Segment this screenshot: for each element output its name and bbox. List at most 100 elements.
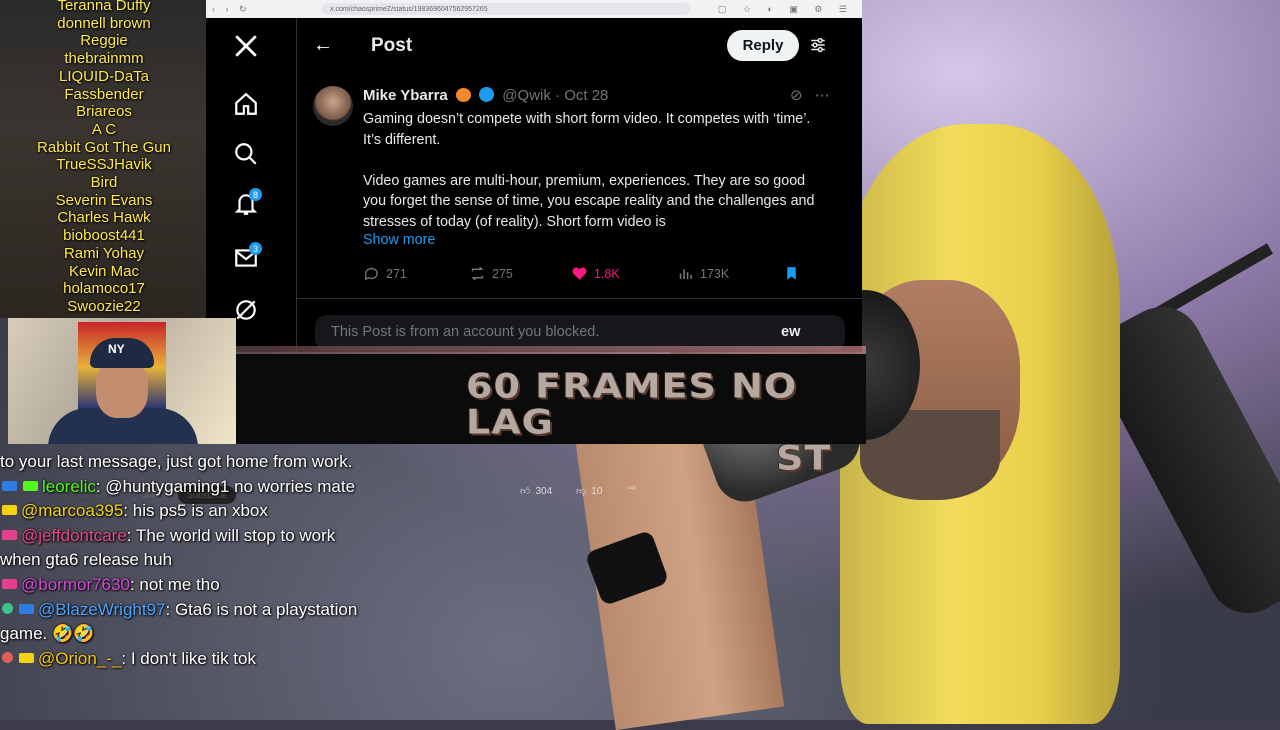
video-dislike-count: 10: [591, 485, 603, 497]
home-icon[interactable]: [226, 84, 266, 124]
credit-name: Severin Evans: [55, 191, 153, 209]
verified-badge-icon: [479, 87, 495, 102]
reply-bubble-icon: [365, 267, 378, 281]
chat-message: @Orion_-_: I don't like tik tok: [0, 647, 362, 672]
reply-action[interactable]: 271: [363, 265, 407, 282]
tw-badge-icon: [2, 529, 17, 540]
blue-badge-icon: [19, 603, 34, 614]
chat-username[interactable]: leorelic: [42, 477, 96, 496]
supporter-credits: Teranna Duffy donnell brown Reggie thebrain…: [0, 0, 208, 318]
chat-text: to your last message, just got home from…: [0, 452, 353, 471]
credit-name: Teranna Duffy: [57, 0, 151, 14]
credit-name: Swoozie22: [67, 297, 141, 315]
chat-text: : @huntygaming1 no worries mate: [95, 476, 356, 496]
chat-text: : his ps5 is an xbox: [123, 501, 268, 521]
chat-username[interactable]: @jeffdontcare: [21, 526, 127, 545]
search-icon[interactable]: [226, 134, 266, 174]
avatar[interactable]: [313, 86, 353, 126]
chat-message: leorelic: @huntygaming1 no worries mate: [0, 475, 362, 500]
like-action[interactable]: 1.8K: [571, 265, 620, 282]
credit-name: Reggie: [80, 32, 128, 50]
chat-message: @marcoa395: his ps5 is an xbox: [0, 499, 362, 524]
youtube-video-frame: 60 FRAMES NO LAG ST: [236, 354, 866, 476]
chat-text: : not me tho: [129, 574, 220, 594]
repost-count: 275: [492, 266, 513, 281]
dislike-button[interactable]: 👎︎ 10: [576, 485, 603, 498]
credit-name: bioboost441: [63, 227, 145, 245]
chat-username[interactable]: @Orion_-_: [38, 649, 121, 668]
filter-sliders-icon[interactable]: [809, 36, 827, 59]
repost-icon: [471, 266, 484, 281]
tweet-date[interactable]: Oct 28: [564, 87, 608, 104]
browser-window: ‹ › ↻ x.com/chaosprimeZ/status/198369604…: [206, 0, 862, 352]
notifications-badge: 8: [249, 188, 262, 201]
bookmark-action[interactable]: [783, 265, 800, 282]
repost-action[interactable]: 275: [469, 265, 513, 282]
chat-username[interactable]: @BlazeWright97: [38, 600, 166, 619]
more-options-icon[interactable]: ⋯: [815, 87, 842, 104]
chat-username[interactable]: @marcoa395: [21, 501, 123, 520]
post-header: ← Post Reply: [297, 18, 862, 73]
view-count: 173K: [700, 266, 730, 281]
credit-name: TrueSSJHavik: [56, 156, 152, 174]
guest-webcam: NY: [8, 318, 236, 444]
like-count: 1.8K: [594, 266, 620, 281]
chat-text: : I don't like tik tok: [121, 648, 256, 668]
credit-list: Teranna Duffy donnell brown Reggie thebrain…: [0, 0, 208, 316]
browser-toolbar-icons[interactable]: ▢ ☆ ◐ ▣ ⚙ ☰: [718, 4, 862, 15]
divider: [297, 298, 862, 299]
credit-name: A C: [91, 120, 117, 138]
credit-name: thebrainmm: [64, 50, 144, 68]
share-arrow-icon[interactable]: ⇨: [628, 483, 636, 494]
pumpkin-emoji-icon: [455, 88, 471, 102]
yt-badge-icon: [19, 652, 34, 663]
x-sidebar: 8 3: [206, 18, 290, 352]
green-badge-icon: [2, 602, 13, 614]
thumbs-down-icon: 👎︎: [576, 486, 587, 497]
url-field[interactable]: x.com/chaosprimeZ/status/198369604756295…: [322, 3, 690, 15]
credit-name: donnell brown: [57, 14, 151, 32]
credit-name: holamoco17: [63, 280, 145, 298]
nav-buttons[interactable]: ‹ › ↻: [206, 4, 262, 15]
chat-message: to your last message, just got home from…: [0, 450, 362, 475]
messages-envelope-icon[interactable]: 3: [226, 238, 266, 278]
blocked-notice-text: This Post is from an account you blocked…: [331, 324, 600, 340]
credit-name: Kevin Mac: [68, 262, 140, 280]
tweet-actions: 271 275 1.8K 173K: [363, 265, 813, 285]
notifications-bell-icon[interactable]: 8: [226, 184, 266, 224]
credit-name: LIQUID-DaTa: [58, 67, 150, 85]
tweet-author-line: Mike Ybarra @Qwik · Oct 28: [363, 87, 608, 104]
back-arrow-icon[interactable]: ←: [313, 34, 333, 57]
views-chart-icon: [679, 269, 692, 280]
view-button[interactable]: ew: [781, 324, 800, 340]
chat-overlay: to your last message, just got home from…: [0, 450, 362, 720]
views-action[interactable]: 173K: [677, 265, 729, 282]
show-more-link[interactable]: Show more: [363, 232, 435, 248]
address-bar: ‹ › ↻ x.com/chaosprimeZ/status/198369604…: [206, 0, 862, 18]
x-logo-icon[interactable]: [226, 26, 266, 66]
tweet-menu: ⊘⋯: [790, 86, 842, 104]
credit-name: Bird: [90, 174, 118, 192]
grok-icon[interactable]: ⊘: [790, 87, 815, 104]
like-button[interactable]: 👍︎ 304: [520, 485, 553, 498]
chat-message: @bormor7630: not me tho: [0, 573, 362, 598]
video-like-count: 304: [535, 485, 553, 497]
video-progress-strip: [236, 346, 866, 354]
bookmark-icon: [787, 267, 796, 280]
thumbs-up-icon: 👍︎: [520, 486, 531, 497]
author-handle[interactable]: @Qwik: [502, 87, 551, 104]
blue-check-badge-icon: [2, 480, 17, 491]
reply-button[interactable]: Reply: [727, 30, 799, 61]
page-title: Post: [371, 35, 413, 56]
post-column: ← Post Reply Mike Ybarra @Qwik · Oct 28 …: [296, 18, 862, 352]
credit-name: Briareos: [76, 103, 132, 121]
heart-icon: [572, 267, 587, 280]
chat-message: @BlazeWright97: Gta6 is not a playstatio…: [0, 598, 362, 647]
reply-count: 271: [386, 266, 407, 281]
podcast-title-line1: 60 FRAMES NO LAG: [466, 366, 798, 442]
author-name[interactable]: Mike Ybarra: [363, 87, 448, 104]
credit-name: Rabbit Got The Gun: [37, 138, 171, 156]
red-badge-icon: [2, 651, 13, 663]
chat-username[interactable]: @bormor7630: [21, 575, 130, 594]
yt-badge-icon: [2, 505, 17, 516]
